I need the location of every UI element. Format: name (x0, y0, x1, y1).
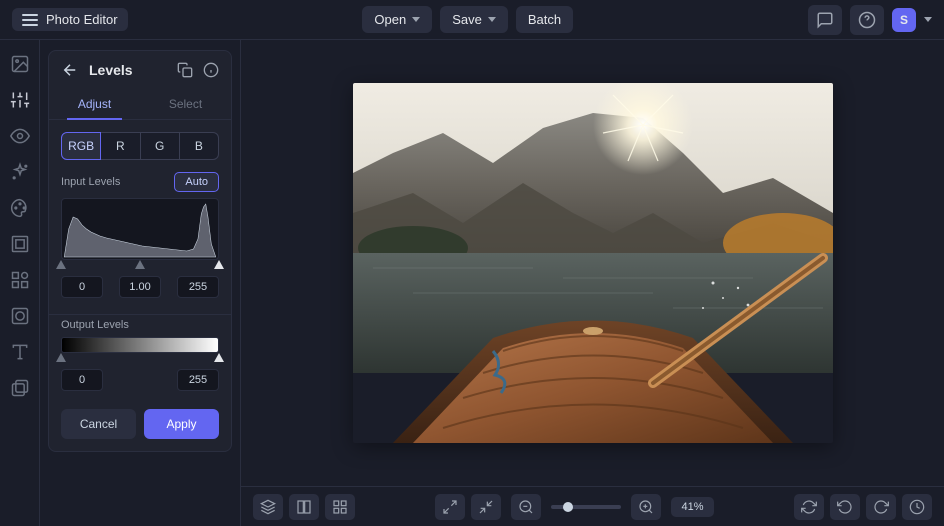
input-black-value[interactable] (61, 276, 103, 298)
fit-button[interactable] (471, 494, 501, 520)
layers-button[interactable] (253, 494, 283, 520)
app-menu[interactable]: Photo Editor (12, 8, 128, 31)
histogram (61, 198, 219, 260)
zoom-value[interactable]: 41% (671, 497, 713, 517)
input-slider-track[interactable] (61, 262, 219, 270)
zoom-slider[interactable] (551, 505, 621, 509)
info-icon[interactable] (203, 62, 219, 78)
frame-tool-icon[interactable] (10, 234, 30, 254)
cancel-button[interactable]: Cancel (61, 409, 136, 439)
grid-icon (332, 499, 348, 515)
input-levels-label: Input Levels (61, 176, 120, 188)
compare-icon (296, 499, 312, 515)
eye-tool-icon[interactable] (10, 126, 30, 146)
undo-button[interactable] (830, 494, 860, 520)
input-gamma-thumb[interactable] (135, 260, 145, 269)
batch-button[interactable]: Batch (516, 6, 573, 33)
save-label: Save (452, 12, 482, 27)
open-button[interactable]: Open (362, 6, 432, 33)
input-black-thumb[interactable] (56, 260, 66, 269)
redo-icon (873, 499, 889, 515)
output-slider-track[interactable] (61, 355, 219, 363)
text-tool-icon[interactable] (10, 342, 30, 362)
elements-tool-icon[interactable] (10, 270, 30, 290)
back-arrow-icon[interactable] (61, 61, 79, 79)
user-avatar[interactable]: S (892, 8, 916, 32)
zoom-out-icon (518, 499, 534, 515)
palette-tool-icon[interactable] (10, 198, 30, 218)
sparkle-tool-icon[interactable] (10, 162, 30, 182)
channel-b[interactable]: B (180, 132, 219, 160)
reset-button[interactable] (794, 494, 824, 520)
fullscreen-button[interactable] (435, 494, 465, 520)
channel-g[interactable]: G (141, 132, 180, 160)
history-button[interactable] (902, 494, 932, 520)
comments-button[interactable] (808, 5, 842, 35)
auto-button[interactable]: Auto (174, 172, 219, 192)
open-label: Open (374, 12, 406, 27)
history-icon (909, 499, 925, 515)
input-gamma-value[interactable] (119, 276, 161, 298)
apply-button[interactable]: Apply (144, 409, 219, 439)
tab-adjust[interactable]: Adjust (49, 89, 140, 119)
hamburger-icon (22, 14, 38, 26)
help-icon (858, 11, 876, 29)
undo-icon (837, 499, 853, 515)
layers-icon (260, 499, 276, 515)
photo-canvas[interactable] (353, 83, 833, 443)
app-title: Photo Editor (46, 12, 118, 27)
expand-icon (442, 499, 458, 515)
output-white-thumb[interactable] (214, 353, 224, 362)
avatar-initial: S (900, 13, 908, 27)
left-toolbar (0, 40, 40, 526)
layers-tool-icon[interactable] (10, 378, 30, 398)
copy-icon[interactable] (177, 62, 193, 78)
input-white-thumb[interactable] (214, 260, 224, 269)
input-white-value[interactable] (177, 276, 219, 298)
panel-title: Levels (89, 62, 133, 78)
zoom-in-icon (638, 499, 654, 515)
output-levels-label: Output Levels (61, 319, 129, 331)
canvas-viewport[interactable] (241, 40, 944, 486)
contract-icon (478, 499, 494, 515)
channel-r[interactable]: R (101, 132, 140, 160)
image-tool-icon[interactable] (10, 54, 30, 74)
zoom-out-button[interactable] (511, 494, 541, 520)
comment-icon (816, 11, 834, 29)
output-black-thumb[interactable] (56, 353, 66, 362)
output-black-value[interactable] (61, 369, 103, 391)
grid-button[interactable] (325, 494, 355, 520)
zoom-in-button[interactable] (631, 494, 661, 520)
adjust-tool-icon[interactable] (10, 90, 30, 110)
compare-button[interactable] (289, 494, 319, 520)
help-button[interactable] (850, 5, 884, 35)
chevron-down-icon (412, 17, 420, 22)
channel-rgb[interactable]: RGB (61, 132, 101, 160)
reset-icon (801, 499, 817, 515)
output-white-value[interactable] (177, 369, 219, 391)
levels-panel: Levels Adjust Select RGB R G B Input Lev… (48, 50, 232, 452)
batch-label: Batch (528, 12, 561, 27)
user-menu-chevron[interactable] (924, 17, 932, 22)
tab-select[interactable]: Select (140, 89, 231, 119)
mask-tool-icon[interactable] (10, 306, 30, 326)
output-gradient (61, 337, 219, 353)
save-button[interactable]: Save (440, 6, 508, 33)
chevron-down-icon (488, 17, 496, 22)
redo-button[interactable] (866, 494, 896, 520)
